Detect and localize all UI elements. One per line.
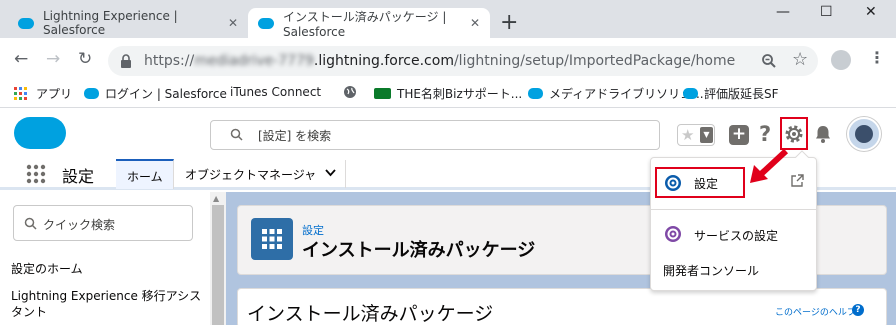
astro-face-icon	[855, 125, 873, 143]
salesforce-cloud-icon	[683, 88, 698, 99]
url-domain: .lightning.force.com	[313, 53, 454, 69]
annotation-red-arrow-icon	[750, 148, 789, 183]
browser-menu-icon[interactable]: ⋮	[869, 48, 885, 67]
package-grid-icon	[251, 218, 293, 260]
nav-divider	[345, 160, 346, 188]
browser-tab-installed-packages[interactable]: インストール済みパッケージ | Salesforce ✕	[248, 8, 490, 39]
meishi-biz-icon	[374, 88, 391, 99]
bookmark-label: THE名刺Bizサポート...	[397, 87, 523, 101]
user-avatar[interactable]	[847, 117, 881, 151]
quick-find-input[interactable]: クイック検索	[13, 205, 193, 241]
bookmark-label: メディアドライブリソリュ...	[549, 87, 704, 101]
chevron-down-icon[interactable]	[325, 169, 336, 177]
salesforce-cloud-icon	[528, 88, 543, 99]
new-tab-button[interactable]: +	[500, 12, 518, 34]
sidebar-item-setup-home[interactable]: 設定のホーム	[11, 260, 83, 277]
nav-tab-home[interactable]: ホーム	[116, 159, 174, 189]
bookmark-globe[interactable]	[343, 85, 357, 99]
bookmark-trial-extension[interactable]: 評価版延長SF	[683, 85, 779, 102]
bookmark-meishi-biz[interactable]: THE名刺Bizサポート...	[374, 85, 522, 102]
maximize-window-button[interactable]: ☐	[820, 4, 833, 20]
salesforce-favicon-icon	[18, 17, 34, 29]
close-window-button[interactable]: ✕	[865, 4, 877, 20]
grid-icon	[262, 229, 282, 249]
zoom-icon[interactable]	[761, 53, 777, 69]
bookmark-mediadrive[interactable]: メディアドライブリソリュ...	[528, 85, 704, 102]
annotation-highlight-gear	[780, 117, 808, 150]
apps-grid-icon	[14, 86, 27, 100]
bookmark-label: ログイン | Salesforce	[105, 87, 227, 101]
favorites-button[interactable]: ★ ▼	[677, 124, 715, 146]
dropdown-nub	[795, 150, 809, 158]
help-question-icon[interactable]: ?	[759, 122, 771, 146]
menu-item-service-setup[interactable]: サービスの設定	[656, 220, 816, 250]
forward-arrow-icon[interactable]: →	[46, 50, 60, 68]
page-title: インストール済みパッケージ	[302, 240, 536, 261]
sidebar-item-migration-assistant[interactable]: Lightning Experience 移行アシスタント	[11, 288, 206, 320]
annotation-highlight-setup	[655, 167, 745, 198]
menu-item-label: サービスの設定	[694, 229, 779, 243]
browser-tab-lightning[interactable]: Lightning Experience | Salesforce ✕	[8, 8, 248, 38]
menu-item-developer-console[interactable]: 開発者コンソール	[663, 262, 759, 279]
scrollbar-thumb[interactable]	[212, 205, 224, 325]
bookmark-label: 評価版延長SF	[704, 87, 779, 101]
bookmark-itunes-connect[interactable]: iTunes Connect	[224, 85, 321, 99]
section-title: インストール済みパッケージ	[247, 303, 494, 325]
nav-tab-home-label: ホーム	[127, 170, 163, 184]
search-icon	[24, 217, 37, 230]
url-host-blurred: mediadrive-7779	[194, 53, 314, 69]
notifications-bell-icon[interactable]	[814, 124, 832, 144]
scroll-up-arrow-icon[interactable]: ▲	[213, 194, 219, 203]
menu-divider	[650, 209, 817, 210]
salesforce-logo-icon[interactable]	[14, 117, 66, 149]
profile-avatar-icon[interactable]	[831, 50, 851, 70]
salesforce-cloud-icon	[84, 88, 99, 99]
browser-tab-label: インストール済みパッケージ | Salesforce	[283, 9, 447, 39]
global-actions-plus-icon[interactable]: +	[729, 125, 749, 145]
bookmark-apps[interactable]: アプリ	[14, 85, 72, 102]
bookmark-salesforce-login[interactable]: ログイン | Salesforce	[84, 85, 227, 102]
back-arrow-icon[interactable]: ←	[14, 50, 28, 68]
quick-find-placeholder: クイック検索	[43, 218, 116, 232]
browser-tab-label: Lightning Experience | Salesforce	[43, 9, 178, 37]
external-link-icon[interactable]	[791, 174, 804, 187]
nav-tab-object-manager[interactable]: オブジェクトマネージャ	[185, 166, 316, 183]
app-launcher-icon[interactable]	[26, 164, 46, 184]
reload-icon[interactable]: ↻	[78, 50, 92, 68]
close-tab-icon[interactable]: ✕	[470, 16, 480, 30]
help-for-this-page-link[interactable]: このページのヘルプ	[775, 305, 856, 318]
search-icon	[230, 128, 243, 141]
bookmark-label: アプリ	[36, 87, 73, 101]
help-question-icon[interactable]: ?	[852, 304, 864, 316]
service-gear-icon	[665, 226, 681, 242]
lock-icon[interactable]	[120, 54, 132, 68]
favorites-list-chevron-icon[interactable]: ▼	[700, 127, 713, 143]
search-placeholder: [設定] を検索	[258, 129, 332, 143]
url-text: https://mediadrive-7779.lightning.force.…	[144, 53, 735, 69]
globe-icon	[344, 86, 356, 98]
app-name: 設定	[62, 167, 95, 186]
url-scheme: https://	[144, 53, 195, 69]
favorites-star-icon: ★	[681, 126, 695, 144]
minimize-window-button[interactable]: —	[776, 4, 790, 20]
url-path: /lightning/setup/ImportedPackage/home	[453, 53, 736, 69]
salesforce-favicon-icon	[258, 17, 274, 29]
bookmark-star-icon[interactable]: ☆	[792, 49, 808, 70]
close-tab-icon[interactable]: ✕	[228, 16, 238, 30]
bookmark-label: iTunes Connect	[230, 85, 322, 99]
